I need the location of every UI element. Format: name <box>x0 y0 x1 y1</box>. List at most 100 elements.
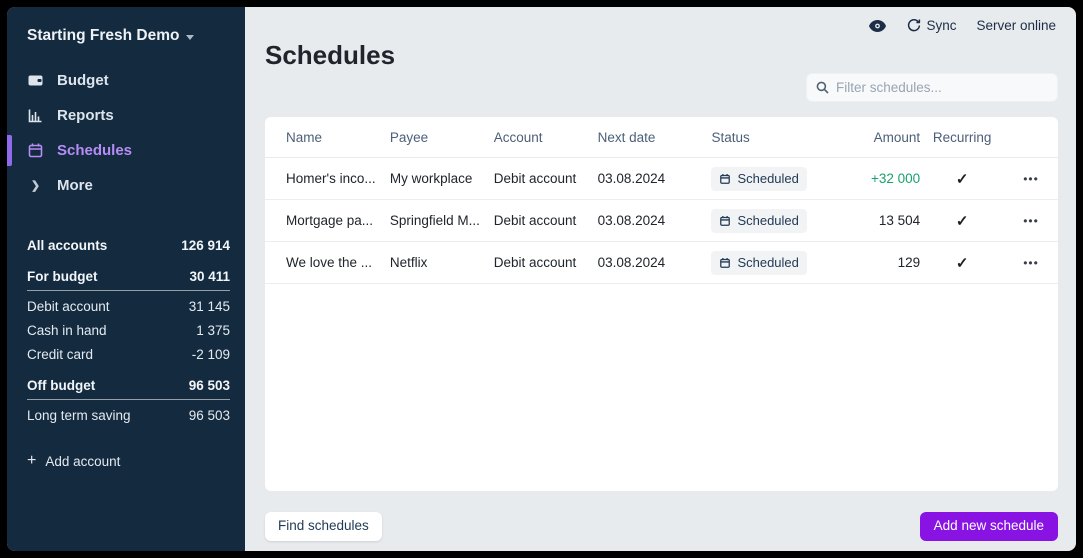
row-menu-button[interactable]: ••• <box>1023 172 1039 186</box>
active-indicator <box>7 135 12 166</box>
account-row-cash[interactable]: Cash in hand 1 375 <box>7 318 245 342</box>
account-label: Cash in hand <box>27 323 107 338</box>
all-accounts-row[interactable]: All accounts 126 914 <box>7 233 245 257</box>
row-menu-button[interactable]: ••• <box>1023 214 1039 228</box>
budget-file-name: Starting Fresh Demo <box>27 27 179 45</box>
cell-payee: My workplace <box>390 171 494 186</box>
filter-schedules-field[interactable] <box>836 80 1048 95</box>
for-budget-header[interactable]: For budget 30 411 <box>27 269 230 291</box>
status-badge: Scheduled <box>711 251 806 275</box>
table-row[interactable]: Homer's inco... My workplace Debit accou… <box>265 158 1058 200</box>
account-balance: 126 914 <box>181 238 230 253</box>
group-balance: 30 411 <box>189 269 230 284</box>
account-label: Long term saving <box>27 408 131 423</box>
column-header-payee: Payee <box>390 130 494 145</box>
schedules-table: Name Payee Account Next date Status Amou… <box>265 117 1058 491</box>
cell-next-date: 03.08.2024 <box>598 213 712 228</box>
cell-name: We love the ... <box>286 255 390 270</box>
status-badge: Scheduled <box>711 167 806 191</box>
plus-icon: + <box>27 453 36 469</box>
main-content: Sync Server online Schedules Name Payee … <box>245 7 1076 551</box>
cell-amount: 13 504 <box>824 213 920 228</box>
calendar-icon <box>27 142 44 159</box>
bar-chart-icon <box>27 107 44 124</box>
group-label: For budget <box>27 269 98 284</box>
column-header-amount: Amount <box>824 130 920 145</box>
ellipsis-icon: ••• <box>1023 256 1039 270</box>
account-label: Debit account <box>27 299 110 314</box>
status-label: Scheduled <box>737 171 798 186</box>
sidebar-nav: Budget Reports Schedules ❯ More <box>7 63 245 203</box>
cell-next-date: 03.08.2024 <box>598 255 712 270</box>
sidebar-item-budget[interactable]: Budget <box>7 63 245 98</box>
sidebar: Starting Fresh Demo Budget Reports <box>7 7 245 551</box>
account-row-longterm[interactable]: Long term saving 96 503 <box>7 403 245 427</box>
status-label: Scheduled <box>737 213 798 228</box>
recurring-check-icon: ✓ <box>956 171 969 188</box>
budget-file-switcher[interactable]: Starting Fresh Demo <box>7 27 245 45</box>
cell-account: Debit account <box>494 171 598 186</box>
table-row[interactable]: We love the ... Netflix Debit account 03… <box>265 242 1058 284</box>
caret-down-icon <box>186 35 194 40</box>
cell-name: Homer's inco... <box>286 171 390 186</box>
row-menu-button[interactable]: ••• <box>1023 256 1039 270</box>
server-status[interactable]: Server online <box>976 18 1056 33</box>
cell-name: Mortgage pa... <box>286 213 390 228</box>
cell-payee: Springfield M... <box>390 213 494 228</box>
column-header-status: Status <box>711 130 824 145</box>
column-header-account: Account <box>494 130 598 145</box>
column-header-name: Name <box>286 130 390 145</box>
add-account-label: Add account <box>45 454 120 469</box>
sidebar-item-more[interactable]: ❯ More <box>7 168 245 203</box>
ellipsis-icon: ••• <box>1023 172 1039 186</box>
footer-actions: Find schedules Add new schedule <box>245 512 1076 541</box>
calendar-icon <box>719 173 731 185</box>
server-status-label: Server online <box>976 18 1056 33</box>
recurring-check-icon: ✓ <box>956 255 969 272</box>
column-header-recurring: Recurring <box>920 130 1004 145</box>
table-header-row: Name Payee Account Next date Status Amou… <box>265 117 1058 158</box>
privacy-toggle-button[interactable] <box>868 19 887 33</box>
ellipsis-icon: ••• <box>1023 214 1039 228</box>
account-label: Credit card <box>27 347 93 362</box>
group-balance: 96 503 <box>189 378 230 393</box>
column-header-next-date: Next date <box>598 130 712 145</box>
eye-icon <box>868 19 887 33</box>
search-icon <box>816 81 829 94</box>
cell-payee: Netflix <box>390 255 494 270</box>
top-bar: Sync Server online <box>245 7 1076 37</box>
filter-schedules-input[interactable] <box>806 73 1058 102</box>
page-title: Schedules <box>265 40 1076 70</box>
account-row-debit[interactable]: Debit account 31 145 <box>7 294 245 318</box>
sidebar-item-schedules[interactable]: Schedules <box>7 133 245 168</box>
calendar-icon <box>719 257 731 269</box>
cell-amount: 129 <box>824 255 920 270</box>
add-account-button[interactable]: + Add account <box>7 447 245 475</box>
cell-account: Debit account <box>494 213 598 228</box>
account-balance: -2 109 <box>192 347 230 362</box>
sync-button[interactable]: Sync <box>907 18 956 33</box>
sidebar-item-label: Budget <box>57 72 109 89</box>
group-label: Off budget <box>27 378 95 393</box>
sidebar-item-label: Reports <box>57 107 114 124</box>
status-label: Scheduled <box>737 255 798 270</box>
filter-row <box>245 73 1076 102</box>
account-label: All accounts <box>27 238 107 253</box>
off-budget-header[interactable]: Off budget 96 503 <box>27 378 230 400</box>
chevron-right-icon: ❯ <box>27 179 44 192</box>
cell-next-date: 03.08.2024 <box>598 171 712 186</box>
account-balance: 1 375 <box>196 323 230 338</box>
wallet-icon <box>27 72 44 89</box>
sidebar-item-label: More <box>57 177 93 194</box>
accounts-panel: All accounts 126 914 For budget 30 411 D… <box>7 233 245 475</box>
table-row[interactable]: Mortgage pa... Springfield M... Debit ac… <box>265 200 1058 242</box>
account-balance: 96 503 <box>189 408 230 423</box>
cell-account: Debit account <box>494 255 598 270</box>
account-balance: 31 145 <box>189 299 230 314</box>
add-new-schedule-button[interactable]: Add new schedule <box>920 512 1058 541</box>
find-schedules-button[interactable]: Find schedules <box>265 512 382 541</box>
account-row-credit[interactable]: Credit card -2 109 <box>7 342 245 366</box>
sync-icon <box>907 18 921 33</box>
cell-amount: +32 000 <box>824 171 920 186</box>
sidebar-item-reports[interactable]: Reports <box>7 98 245 133</box>
